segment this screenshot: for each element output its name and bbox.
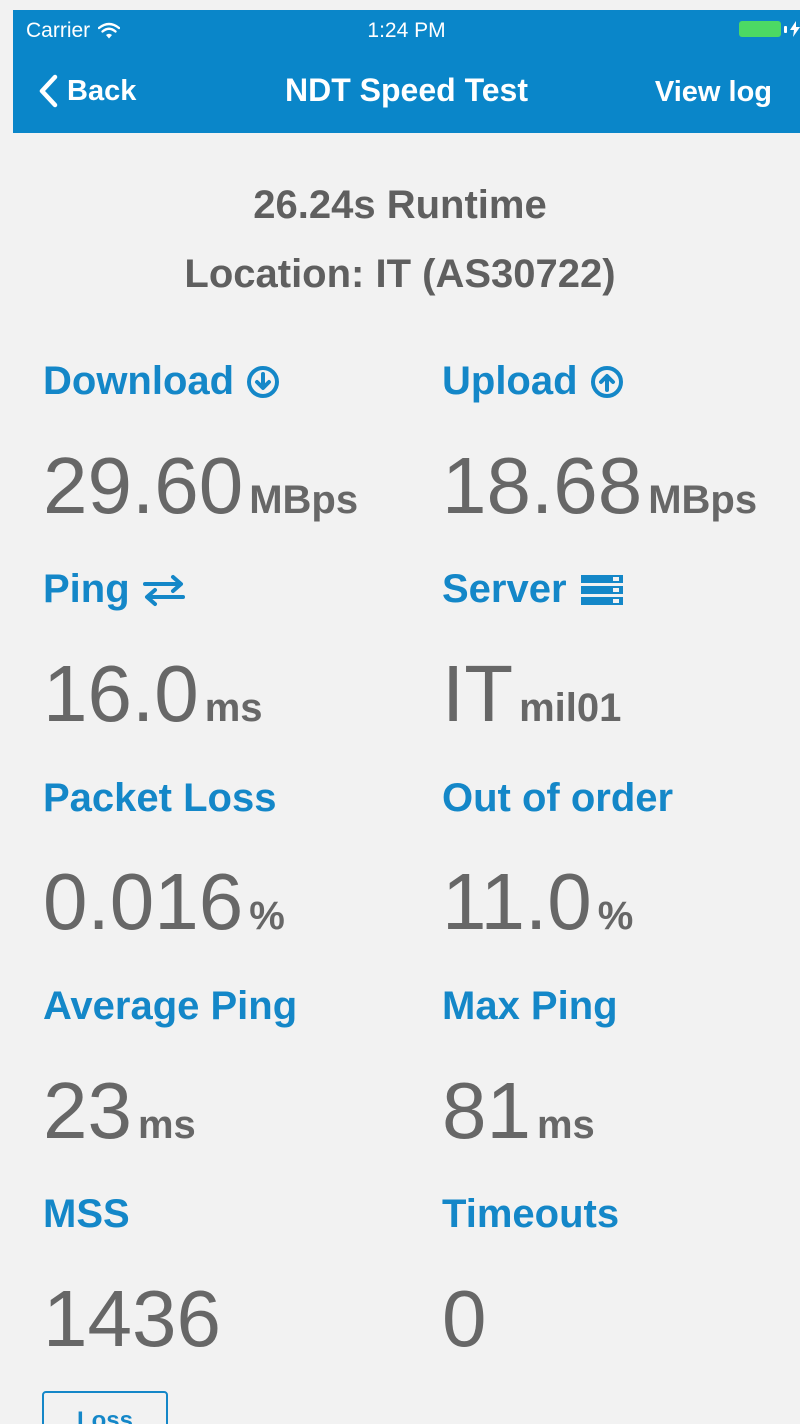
runtime-text: 26.24s Runtime	[253, 183, 547, 227]
packet-loss-label: Packet Loss	[43, 776, 277, 820]
location-text: Location: IT (AS30722)	[184, 252, 616, 296]
server-label: Server	[442, 567, 625, 612]
ping-label: Ping	[43, 567, 186, 612]
upload-label: Upload	[442, 359, 624, 404]
average-ping-value: 23 ms	[43, 1071, 196, 1151]
navigation-bar: Back NDT Speed Test View log	[13, 58, 800, 128]
download-label-text: Download	[43, 359, 235, 403]
download-number: 29.60	[43, 441, 244, 530]
loss-button[interactable]: Loss	[42, 1391, 168, 1424]
out-of-order-value: 11.0%	[442, 862, 633, 942]
mss-number: 1436	[43, 1274, 221, 1363]
server-site: mil01	[519, 686, 622, 730]
server-label-text: Server	[442, 567, 567, 611]
timeouts-label: Timeouts	[442, 1192, 620, 1236]
upload-label-text: Upload	[442, 359, 578, 403]
ping-number: 16.0	[43, 649, 199, 738]
average-ping-number: 23	[43, 1066, 132, 1155]
average-ping-unit: ms	[137, 1103, 196, 1147]
battery-icon	[739, 21, 781, 37]
ping-unit: ms	[204, 686, 263, 730]
upload-number: 18.68	[442, 441, 643, 530]
max-ping-label: Max Ping	[442, 984, 618, 1028]
top-bar: Carrier 1:24 PM Back NDT Speed Test View…	[13, 10, 800, 133]
download-unit: MBps	[249, 478, 359, 522]
arrow-down-circle-icon	[247, 365, 280, 398]
max-ping-unit: ms	[536, 1103, 595, 1147]
upload-unit: MBps	[648, 478, 758, 522]
status-bar: Carrier 1:24 PM	[13, 10, 800, 52]
battery-group	[739, 21, 800, 37]
max-ping-value: 81 ms	[442, 1071, 595, 1151]
screen: Carrier 1:24 PM Back NDT Speed Test View…	[0, 0, 800, 1424]
download-value: 29.60 MBps	[43, 446, 358, 526]
packet-loss-number: 0.016	[43, 857, 244, 946]
status-time: 1:24 PM	[367, 19, 446, 42]
out-of-order-label: Out of order	[442, 776, 674, 820]
max-ping-number: 81	[442, 1066, 531, 1155]
server-country: IT	[442, 649, 514, 738]
ping-label-text: Ping	[43, 567, 130, 611]
timeouts-value: 0	[442, 1279, 487, 1359]
download-label: Download	[43, 359, 280, 404]
upload-value: 18.68 MBps	[442, 446, 757, 526]
view-log-button[interactable]: View log	[655, 76, 772, 109]
out-of-order-number: 11.0	[442, 857, 592, 946]
mss-label: MSS	[43, 1192, 130, 1236]
arrow-up-circle-icon	[590, 365, 623, 398]
packet-loss-unit: %	[249, 894, 285, 938]
mss-value: 1436	[43, 1279, 221, 1359]
timeouts-number: 0	[442, 1274, 487, 1363]
exchange-arrows-icon	[142, 574, 185, 606]
average-ping-label: Average Ping	[43, 984, 298, 1028]
server-icon	[580, 574, 623, 605]
server-value: IT mil01	[442, 654, 621, 734]
ping-value: 16.0 ms	[43, 654, 263, 734]
packet-loss-value: 0.016%	[43, 862, 285, 942]
bolt-icon	[790, 21, 800, 37]
battery-tip	[784, 25, 787, 33]
out-of-order-unit: %	[597, 894, 634, 938]
